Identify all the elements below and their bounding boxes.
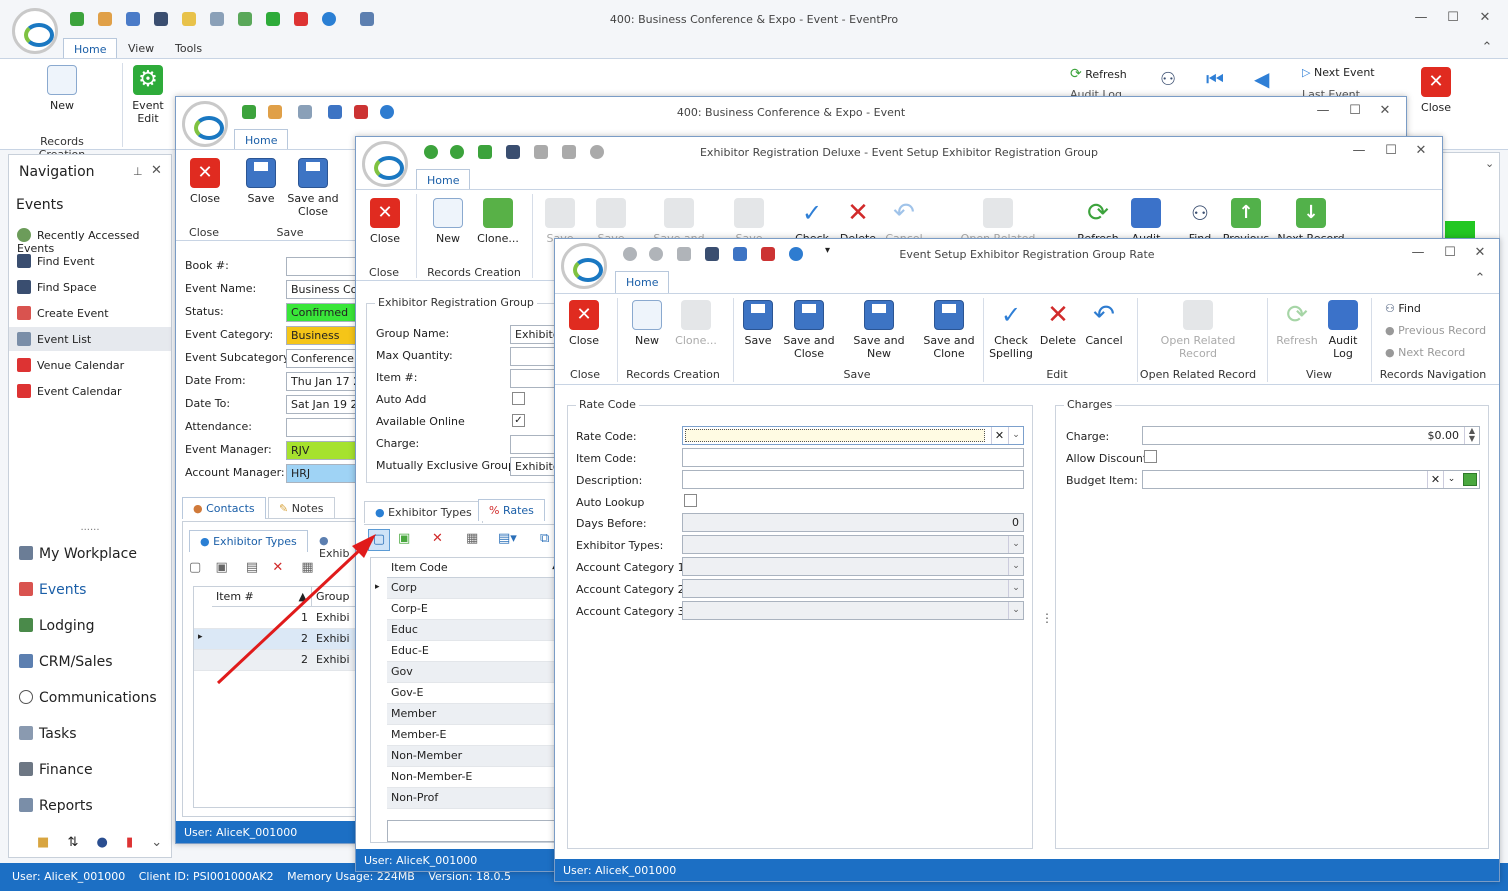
annotation-arrow	[216, 534, 376, 685]
